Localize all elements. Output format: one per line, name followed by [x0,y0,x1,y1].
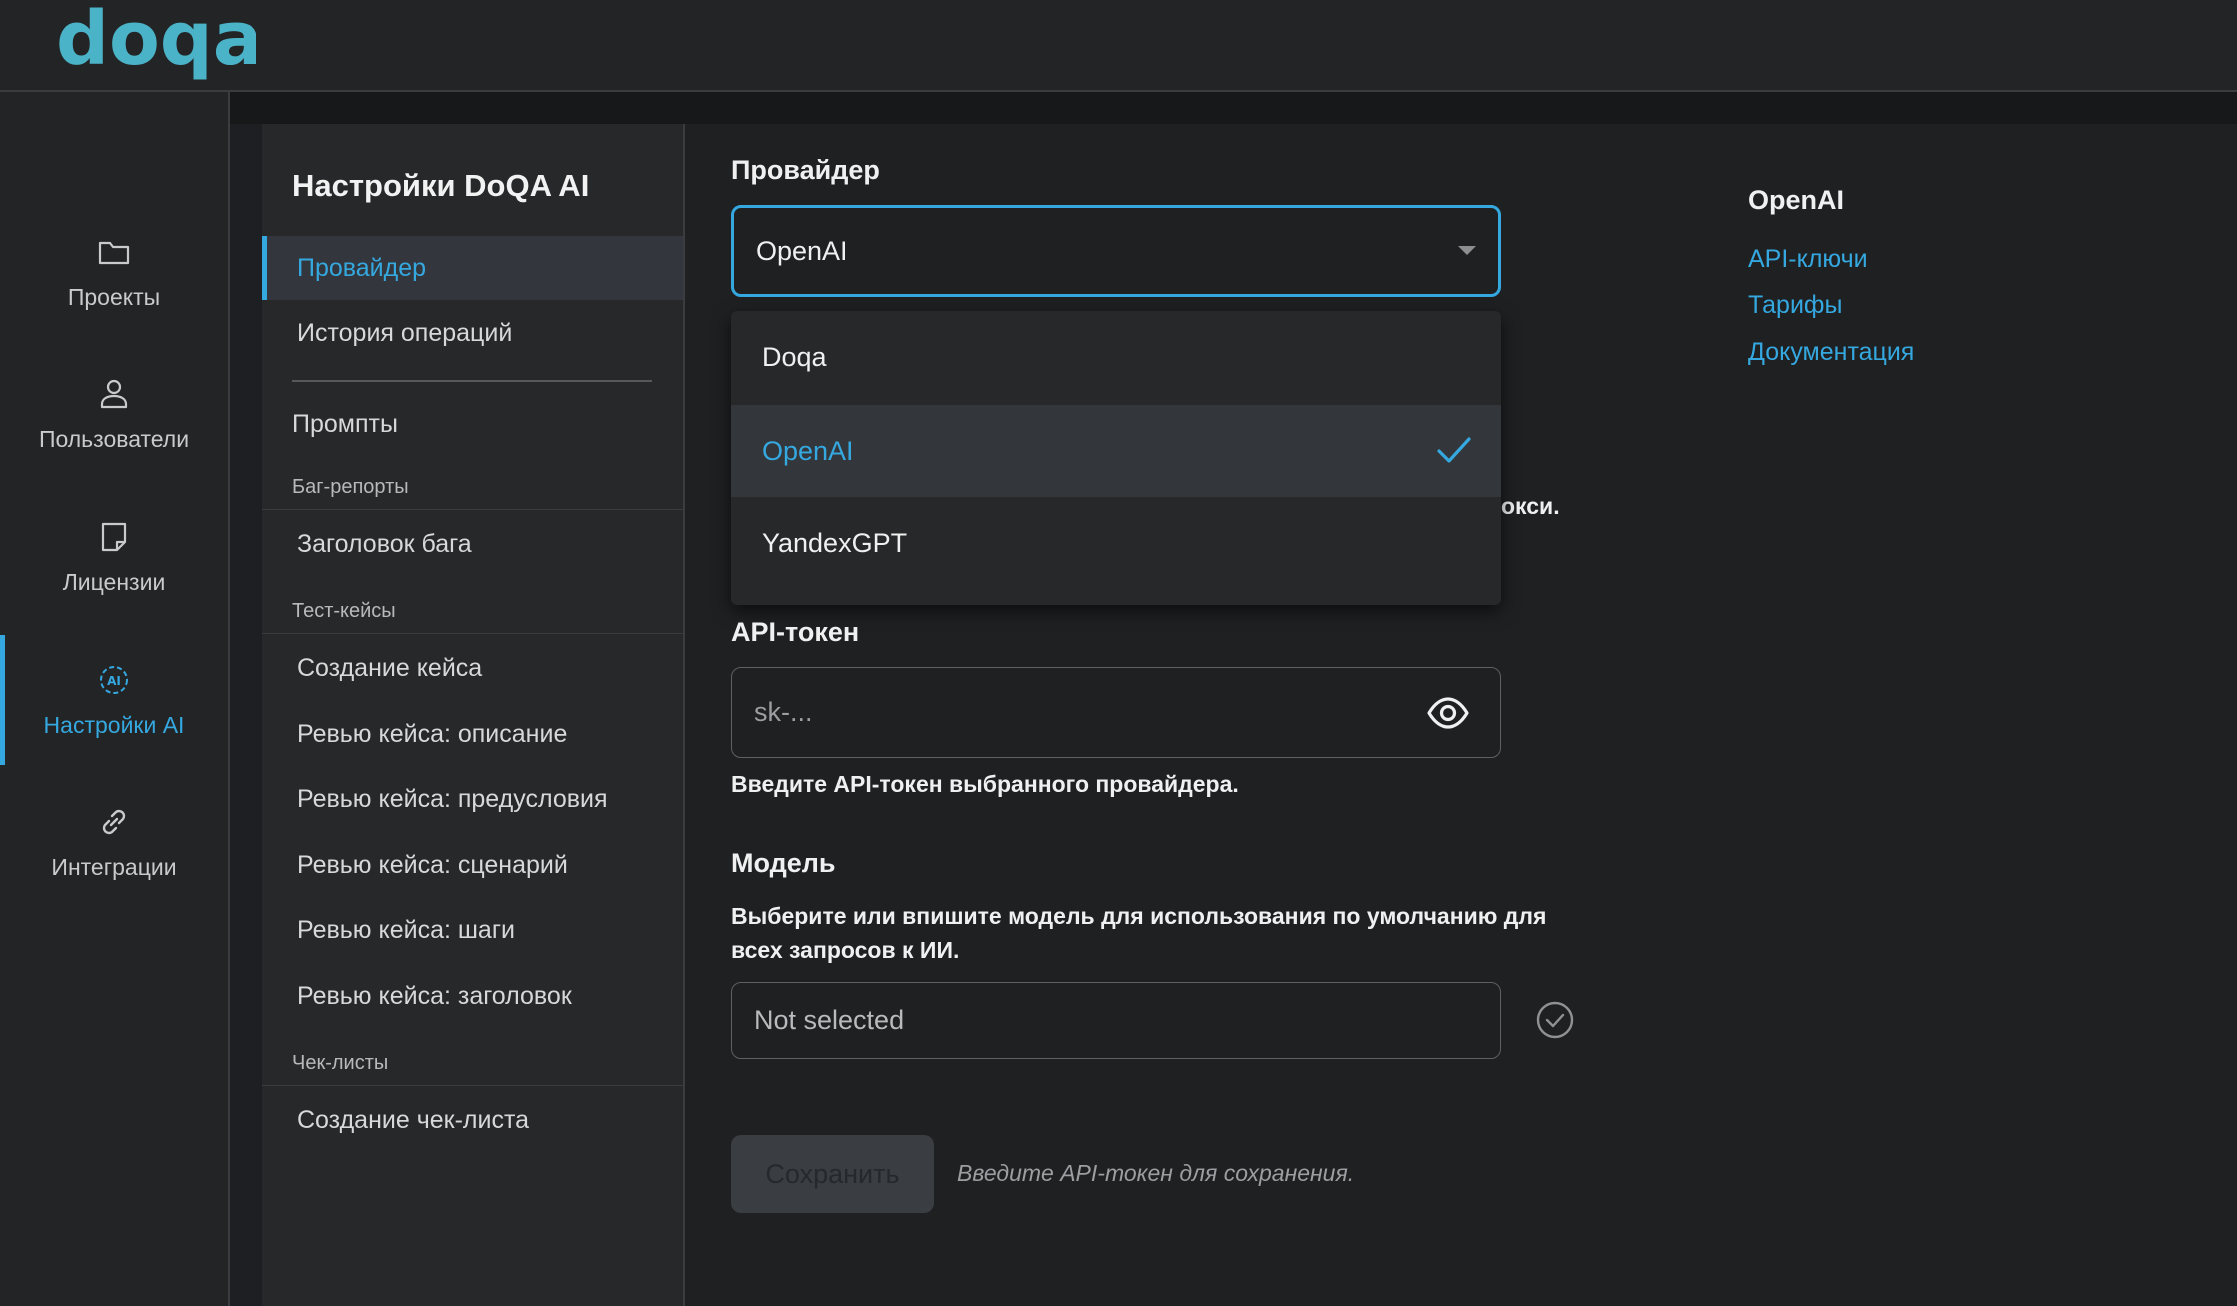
provider-option-openai[interactable]: OpenAI [731,405,1501,497]
menu-item-bug-title[interactable]: Заголовок бага [262,512,683,576]
nav-label: Настройки AI [43,711,185,738]
nav-item-users[interactable]: Пользователи [0,349,228,479]
link-icon [102,809,126,834]
model-input-placeholder: Not selected [754,1005,905,1035]
provider-option-doqa[interactable]: Doqa [731,311,1501,403]
folder-icon [98,241,130,264]
settings-menu-title: Настройки DoQA AI [292,168,590,203]
nav-label: Проекты [67,283,161,310]
svg-text:doqa: doqa [56,2,256,82]
nav-item-licenses[interactable]: Лицензии [0,492,228,622]
nav-label: Лицензии [62,568,166,595]
provider-label: Провайдер [731,155,880,185]
token-label: API-токен [731,617,860,647]
menu-group-bug-reports: Баг-репорты [262,466,683,510]
menu-item-case-review-scenario[interactable]: Ревью кейса: сценарий [262,833,683,897]
model-help-text-line1: Выберите или впишите модель для использо… [731,903,1547,929]
check-icon [1437,437,1471,463]
side-panel-title: OpenAI [1748,185,1845,215]
menu-item-case-review-title[interactable]: Ревью кейса: заголовок [262,964,683,1028]
nav-item-integrations[interactable]: Интеграции [0,777,228,907]
chevron-down-icon [1458,246,1476,255]
provider-select-value: OpenAI [756,235,848,266]
menu-item-case-create[interactable]: Создание кейса [262,636,683,700]
menu-item-provider[interactable]: Провайдер [262,236,683,300]
menu-group-checklists: Чек-листы [262,1042,683,1086]
save-button[interactable]: Сохранить [731,1135,934,1213]
token-input-placeholder: sk-... [754,697,813,727]
eye-icon[interactable] [1426,692,1470,734]
nav-item-projects[interactable]: Проекты [0,207,228,337]
doqa-logo[interactable]: doqa [56,2,256,84]
provider-dropdown: Doqa OpenAI YandexGPT [731,311,1501,605]
token-help-text: Введите API-токен выбранного провайдера. [731,771,1239,797]
license-icon [101,522,127,551]
menu-item-prompts[interactable]: Промпты [262,392,683,456]
nav-item-ai-settings[interactable]: AI Настройки AI [0,635,228,765]
save-hint-text: Введите API-токен для сохранения. [957,1160,1355,1186]
header-band [230,92,2237,124]
model-help-text-line2: всех запросов к ИИ. [731,937,960,963]
model-label: Модель [731,848,836,878]
user-icon [100,379,128,408]
top-bar: doqa [0,0,2237,92]
menu-item-case-review-steps[interactable]: Ревью кейса: шаги [262,898,683,962]
nav-label: Пользователи [38,425,190,452]
menu-item-history[interactable]: История операций [262,301,683,365]
provider-option-label: OpenAI [762,435,854,466]
link-api-keys[interactable]: API-ключи [1748,245,1868,274]
provider-help-text-partial: окси. [1501,493,1560,519]
nav-label: Интеграции [51,853,177,880]
link-documentation[interactable]: Документация [1748,338,1914,367]
left-nav: Проекты Пользователи Лицензии AI Настрой… [0,92,230,1306]
link-pricing[interactable]: Тарифы [1748,291,1842,320]
ai-icon: AI [100,665,128,694]
menu-group-test-cases: Тест-кейсы [262,590,683,634]
provider-option-yandexgpt[interactable]: YandexGPT [731,497,1501,589]
svg-text:AI: AI [107,674,121,688]
menu-item-checklist-create[interactable]: Создание чек-листа [262,1088,683,1152]
settings-menu: Настройки DoQA AI Провайдер История опер… [262,124,685,1306]
model-input[interactable]: Not selected [731,982,1501,1059]
check-circle-icon[interactable] [1535,1000,1575,1040]
provider-select[interactable]: OpenAI [731,205,1501,297]
menu-item-case-review-preconditions[interactable]: Ревью кейса: предусловия [262,767,683,831]
menu-item-case-review-description[interactable]: Ревью кейса: описание [262,702,683,766]
token-input[interactable]: sk-... [731,667,1501,758]
menu-divider [292,380,652,382]
